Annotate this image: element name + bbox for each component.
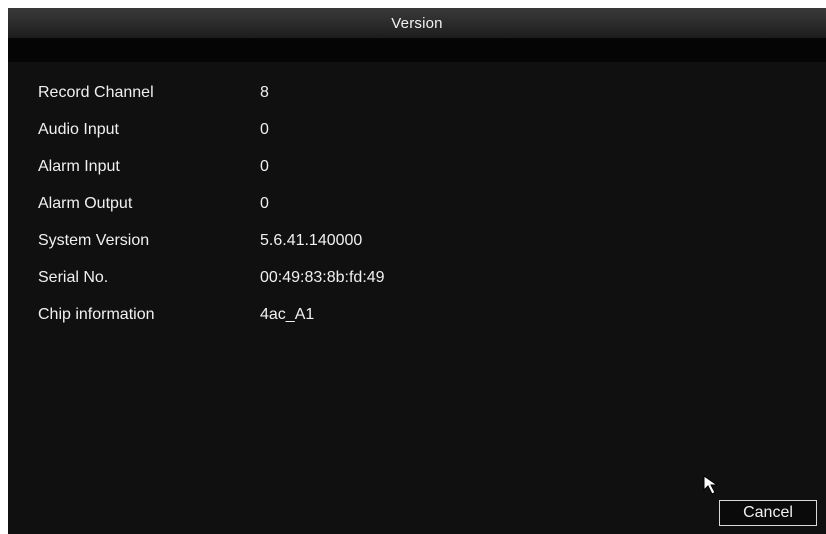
dialog-title: Version <box>391 14 443 32</box>
info-list: Record Channel 8 Audio Input 0 Alarm Inp… <box>38 74 385 333</box>
info-row-chip-information: Chip information 4ac_A1 <box>38 296 385 333</box>
serial-no-label: Serial No. <box>38 268 109 286</box>
title-bar: Version <box>8 8 826 38</box>
record-channel-value: 8 <box>260 83 269 101</box>
info-row-alarm-input: Alarm Input 0 <box>38 148 385 185</box>
info-row-alarm-output: Alarm Output 0 <box>38 185 385 222</box>
system-version-value: 5.6.41.140000 <box>260 231 363 249</box>
audio-input-label: Audio Input <box>38 120 119 138</box>
screen: Version Record Channel 8 Audio Input 0 A… <box>0 0 826 534</box>
chip-information-value: 4ac_A1 <box>260 305 315 323</box>
info-panel: Record Channel 8 Audio Input 0 Alarm Inp… <box>8 62 826 534</box>
alarm-input-label: Alarm Input <box>38 157 120 175</box>
serial-no-value: 00:49:83:8b:fd:49 <box>260 268 385 286</box>
record-channel-label: Record Channel <box>38 83 154 101</box>
cancel-button[interactable]: Cancel <box>719 500 817 526</box>
version-dialog: Version Record Channel 8 Audio Input 0 A… <box>8 8 826 534</box>
info-row-system-version: System Version 5.6.41.140000 <box>38 222 385 259</box>
title-separator <box>8 38 826 62</box>
alarm-output-label: Alarm Output <box>38 194 133 212</box>
mouse-pointer-icon <box>702 474 726 498</box>
info-row-audio-input: Audio Input 0 <box>38 111 385 148</box>
info-row-record-channel: Record Channel 8 <box>38 74 385 111</box>
info-row-serial-no: Serial No. 00:49:83:8b:fd:49 <box>38 259 385 296</box>
chip-information-label: Chip information <box>38 305 155 323</box>
system-version-label: System Version <box>38 231 150 249</box>
audio-input-value: 0 <box>260 120 269 138</box>
alarm-output-value: 0 <box>260 194 269 212</box>
alarm-input-value: 0 <box>260 157 269 175</box>
